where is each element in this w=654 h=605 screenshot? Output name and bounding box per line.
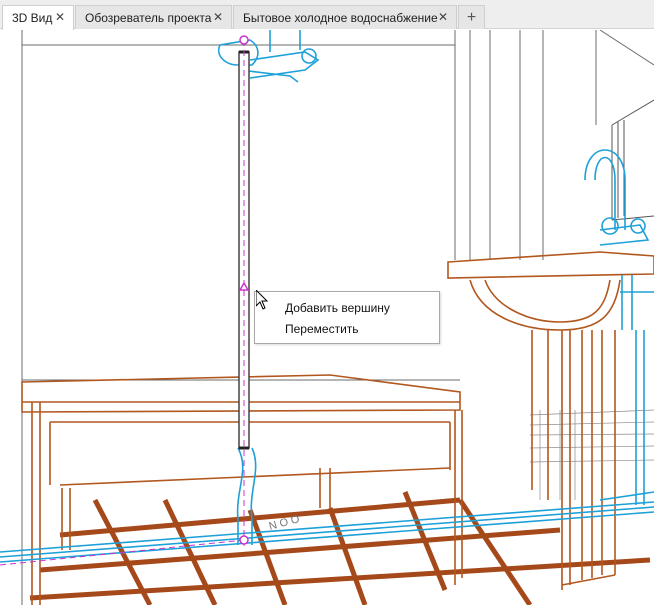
close-icon[interactable]: ✕ — [438, 10, 448, 24]
menu-item-add-vertex[interactable]: Добавить вершину — [255, 298, 439, 319]
mirror — [611, 99, 654, 221]
tab-label: Бытовое холодное водоснабжение — [243, 10, 438, 25]
mouse-cursor-icon — [256, 290, 268, 310]
tab-label: Обозреватель проекта — [85, 10, 212, 25]
tab-project-browser[interactable]: Обозреватель проекта ✕ — [75, 5, 232, 29]
close-icon[interactable]: ✕ — [213, 10, 223, 24]
menu-item-move[interactable]: Переместить — [255, 319, 439, 340]
tab-label: 3D Вид — [12, 11, 53, 25]
tab-3d-view[interactable]: 3D Вид ✕ — [2, 5, 74, 30]
vanity-sink — [447, 251, 654, 590]
tab-cold-water-supply[interactable]: Бытовое холодное водоснабжение ✕ — [233, 5, 457, 29]
plus-icon[interactable]: + — [458, 5, 485, 29]
tab-bar: 3D Вид ✕ Обозреватель проекта ✕ Бытовое … — [0, 0, 654, 30]
context-menu: Добавить вершину Переместить — [254, 291, 440, 344]
selected-pipe[interactable] — [0, 40, 250, 566]
close-icon[interactable]: ✕ — [55, 10, 65, 24]
